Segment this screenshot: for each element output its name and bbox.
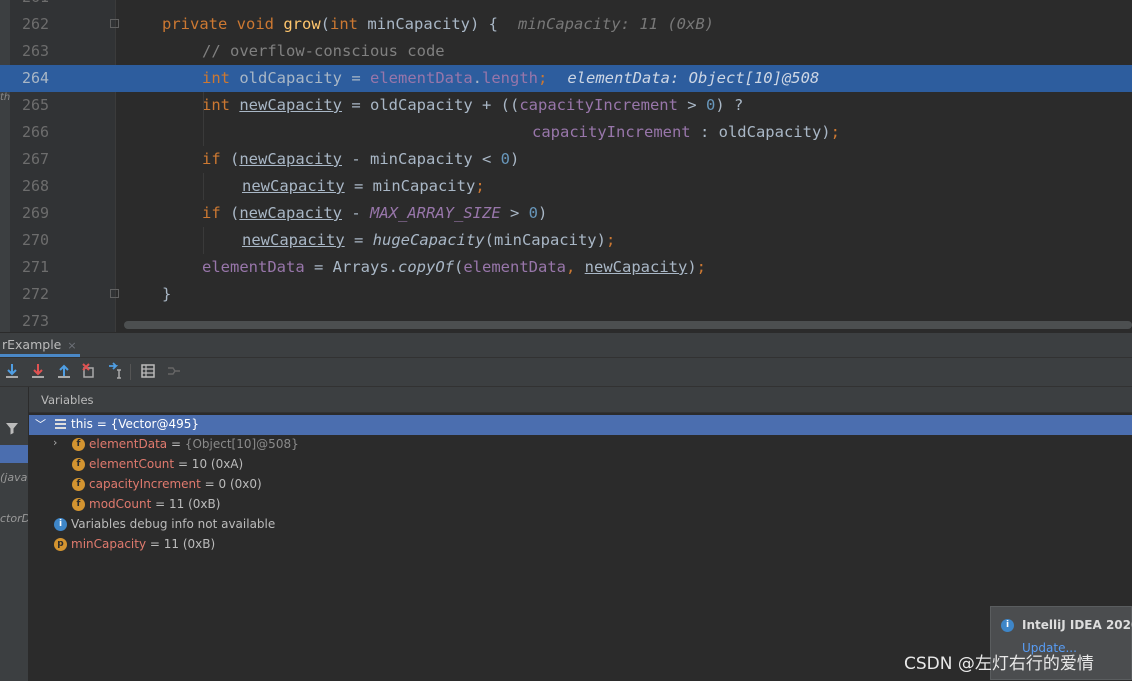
evaluate-expression-icon[interactable]	[139, 362, 157, 380]
watermark: CSDN @左灯右行的爱情	[904, 654, 1094, 674]
variable-name: minCapacity = 11 (0xB)	[71, 537, 216, 551]
code-text: if (newCapacity - minCapacity < 0)	[202, 150, 520, 168]
code-line[interactable]: 263 // overflow-conscious code	[0, 38, 1132, 65]
code-text: private void grow(int minCapacity) {minC…	[162, 15, 714, 33]
line-number: 272	[22, 285, 50, 303]
variable-name: capacityIncrement = 0 (0x0)	[89, 477, 262, 491]
field-icon: f	[72, 478, 85, 491]
object-icon	[55, 419, 66, 429]
code-editor[interactable]: ss th 261 262 private void grow(int minC…	[0, 0, 1132, 332]
active-tab-indicator	[0, 354, 80, 357]
close-icon[interactable]: ×	[67, 339, 76, 352]
inline-debug-hint: elementData: Object[10]@508	[567, 69, 820, 87]
code-line[interactable]: 266 capacityIncrement : oldCapacity);	[0, 119, 1132, 146]
code-line[interactable]: 272 }	[0, 281, 1132, 308]
trace-stream-icon[interactable]	[165, 362, 183, 380]
line-number: 262	[22, 15, 50, 33]
chevron-down-icon[interactable]: ﹀	[35, 416, 46, 432]
code-text: // overflow-conscious code	[202, 42, 445, 60]
code-line[interactable]: 268 newCapacity = minCapacity;	[0, 173, 1132, 200]
frame-label[interactable]: (java.	[0, 471, 28, 484]
variable-row[interactable]: › f elementData = {Object[10]@508}	[29, 435, 1132, 455]
line-number: 263	[22, 42, 50, 60]
variable-row-info[interactable]: i Variables debug info not available	[29, 515, 1132, 535]
info-icon: i	[1001, 619, 1014, 632]
code-text: int newCapacity = oldCapacity + ((capaci…	[202, 96, 744, 114]
frames-panel[interactable]: (java. ctorD	[0, 387, 29, 681]
parameter-icon: p	[54, 538, 67, 551]
line-number: 261	[22, 0, 56, 6]
step-out-icon[interactable]	[55, 362, 73, 380]
variable-row[interactable]: f elementCount = 10 (0xA)	[29, 455, 1132, 475]
variable-name: elementCount = 10 (0xA)	[89, 457, 244, 471]
code-text: if (newCapacity - MAX_ARRAY_SIZE > 0)	[202, 204, 548, 222]
variable-name: elementData = {Object[10]@508}	[89, 437, 299, 451]
fold-marker-icon[interactable]	[110, 289, 119, 298]
inline-debug-hint: minCapacity: 11 (0xB)	[518, 15, 714, 33]
step-into-icon[interactable]	[29, 362, 47, 380]
indent-guide	[203, 92, 204, 146]
code-text: newCapacity = hugeCapacity(minCapacity);	[242, 231, 616, 249]
step-over-icon[interactable]	[3, 362, 21, 380]
variables-header: Variables	[29, 387, 1132, 413]
code-line[interactable]: 270 newCapacity = hugeCapacity(minCapaci…	[0, 227, 1132, 254]
tab-label: rExample	[2, 337, 62, 352]
line-number: 265	[22, 96, 50, 114]
line-number: 273	[22, 312, 50, 330]
filter-icon[interactable]	[5, 421, 19, 435]
fold-marker-icon[interactable]	[110, 19, 119, 28]
code-text: int oldCapacity = elementData.length; ele…	[202, 69, 820, 87]
code-line[interactable]: 261	[0, 0, 1132, 11]
code-text: capacityIncrement : oldCapacity);	[532, 123, 840, 141]
variable-row[interactable]: f modCount = 11 (0xB)	[29, 495, 1132, 515]
info-icon: i	[54, 518, 67, 531]
variable-row-this[interactable]: ﹀ this = {Vector@495}	[29, 415, 1132, 435]
line-number: 269	[22, 204, 50, 222]
variable-name: modCount = 11 (0xB)	[89, 497, 221, 511]
code-text: newCapacity = minCapacity;	[242, 177, 485, 195]
line-number: 264	[22, 69, 50, 87]
notification-title: IntelliJ IDEA 2020.	[1022, 618, 1132, 632]
horizontal-scrollbar[interactable]	[124, 321, 1132, 329]
code-line[interactable]: 269 if (newCapacity - MAX_ARRAY_SIZE > 0…	[0, 200, 1132, 227]
code-line[interactable]: 271 elementData = Arrays.copyOf(elementD…	[0, 254, 1132, 281]
indent-guide	[203, 227, 204, 254]
line-number: 271	[22, 258, 50, 276]
debug-toolbar	[0, 358, 1132, 387]
variable-name: this = {Vector@495}	[71, 417, 200, 431]
run-to-cursor-icon[interactable]	[107, 362, 125, 380]
line-number: 268	[22, 177, 50, 195]
panel-title: Variables	[41, 393, 94, 407]
drop-frame-icon[interactable]	[81, 362, 99, 380]
selected-frame[interactable]	[0, 445, 28, 463]
code-text: elementData = Arrays.copyOf(elementData,…	[202, 258, 707, 276]
code-line[interactable]: 262 private void grow(int minCapacity) {…	[0, 11, 1132, 38]
variables-panel: Variables ﹀ this = {Vector@495} › f elem…	[29, 387, 1132, 681]
field-icon: f	[72, 458, 85, 471]
debug-tool-window: rExample × (java. ctorD Variables ﹀ this …	[0, 332, 1132, 681]
code-line[interactable]: 265 int newCapacity = oldCapacity + ((ca…	[0, 92, 1132, 119]
frame-label[interactable]: ctorD	[0, 512, 28, 525]
line-number: 266	[22, 123, 50, 141]
code-line[interactable]: 267 if (newCapacity - minCapacity < 0)	[0, 146, 1132, 173]
variable-row[interactable]: f capacityIncrement = 0 (0x0)	[29, 475, 1132, 495]
code-text: }	[162, 285, 172, 303]
debug-tab-bar: rExample ×	[0, 333, 1132, 358]
info-message: Variables debug info not available	[71, 517, 276, 531]
field-icon: f	[72, 438, 85, 451]
field-icon: f	[72, 498, 85, 511]
indent-guide	[203, 173, 204, 200]
line-number: 270	[22, 231, 50, 249]
variable-row[interactable]: p minCapacity = 11 (0xB)	[29, 535, 1132, 555]
toolbar-separator	[130, 364, 131, 380]
line-number: 267	[22, 150, 50, 168]
code-line-current[interactable]: 264 int oldCapacity = elementData.length…	[0, 65, 1132, 92]
chevron-right-icon[interactable]: ›	[53, 436, 57, 449]
